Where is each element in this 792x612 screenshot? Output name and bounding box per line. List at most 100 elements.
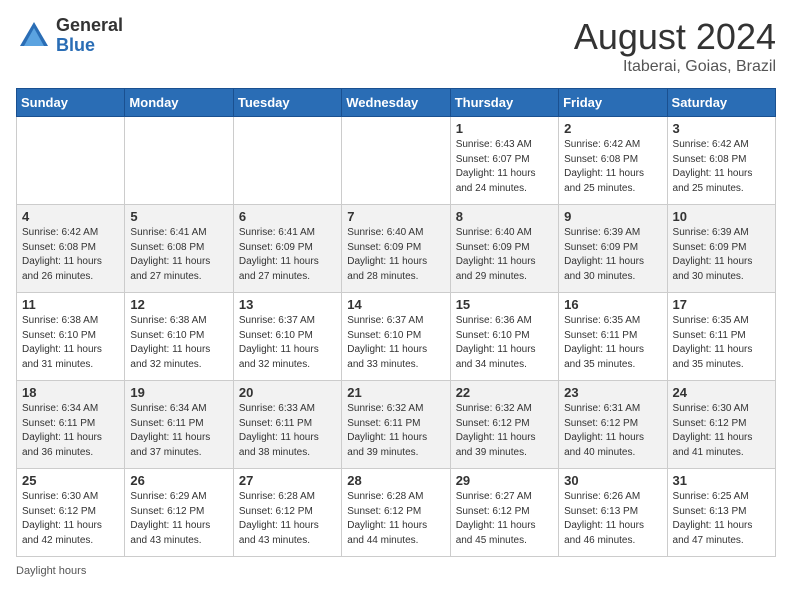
day-info: Sunrise: 6:35 AM Sunset: 6:11 PM Dayligh… (673, 314, 770, 372)
day-number: 26 (130, 473, 227, 488)
day-info: Sunrise: 6:40 AM Sunset: 6:09 PM Dayligh… (347, 226, 444, 284)
day-info: Sunrise: 6:41 AM Sunset: 6:09 PM Dayligh… (239, 226, 336, 284)
day-number: 22 (456, 385, 553, 400)
calendar-cell: 14Sunrise: 6:37 AM Sunset: 6:10 PM Dayli… (342, 293, 450, 381)
day-number: 14 (347, 297, 444, 312)
calendar-cell: 4Sunrise: 6:42 AM Sunset: 6:08 PM Daylig… (17, 205, 125, 293)
day-number: 25 (22, 473, 119, 488)
day-info: Sunrise: 6:38 AM Sunset: 6:10 PM Dayligh… (22, 314, 119, 372)
day-info: Sunrise: 6:28 AM Sunset: 6:12 PM Dayligh… (239, 490, 336, 548)
calendar-cell: 5Sunrise: 6:41 AM Sunset: 6:08 PM Daylig… (125, 205, 233, 293)
calendar-body: 1 Sunrise: 6:43 AM Sunset: 6:07 PM Daylig… (17, 117, 776, 557)
calendar-cell: 1 Sunrise: 6:43 AM Sunset: 6:07 PM Daylig… (450, 117, 558, 205)
day-number: 9 (564, 209, 661, 224)
day-number: 3 (673, 121, 770, 136)
logo: General Blue (16, 16, 123, 56)
day-info: Sunrise: 6:38 AM Sunset: 6:10 PM Dayligh… (130, 314, 227, 372)
calendar-cell (17, 117, 125, 205)
day-number: 31 (673, 473, 770, 488)
day-number: 23 (564, 385, 661, 400)
day-info: Sunrise: 6:30 AM Sunset: 6:12 PM Dayligh… (22, 490, 119, 548)
day-info: Sunrise: 6:34 AM Sunset: 6:11 PM Dayligh… (130, 402, 227, 460)
calendar-cell: 26 Sunrise: 6:29 AM Sunset: 6:12 PM Dayli… (125, 469, 233, 557)
day-number: 16 (564, 297, 661, 312)
week-row-3: 11 Sunrise: 6:38 AM Sunset: 6:10 PM Dayli… (17, 293, 776, 381)
day-number: 19 (130, 385, 227, 400)
calendar-cell: 15Sunrise: 6:36 AM Sunset: 6:10 PM Dayli… (450, 293, 558, 381)
calendar-cell (233, 117, 341, 205)
calendar-cell: 13 Sunrise: 6:37 AM Sunset: 6:10 PM Dayli… (233, 293, 341, 381)
header-row: SundayMondayTuesdayWednesdayThursdayFrid… (17, 89, 776, 117)
calendar-cell: 12 Sunrise: 6:38 AM Sunset: 6:10 PM Dayli… (125, 293, 233, 381)
day-info: Sunrise: 6:25 AM Sunset: 6:13 PM Dayligh… (673, 490, 770, 548)
day-info: Sunrise: 6:43 AM Sunset: 6:07 PM Dayligh… (456, 138, 553, 196)
day-info: Sunrise: 6:32 AM Sunset: 6:11 PM Dayligh… (347, 402, 444, 460)
calendar-cell: 22Sunrise: 6:32 AM Sunset: 6:12 PM Dayli… (450, 381, 558, 469)
day-info: Sunrise: 6:40 AM Sunset: 6:09 PM Dayligh… (456, 226, 553, 284)
day-number: 4 (22, 209, 119, 224)
week-row-2: 4Sunrise: 6:42 AM Sunset: 6:08 PM Daylig… (17, 205, 776, 293)
calendar-cell: 18Sunrise: 6:34 AM Sunset: 6:11 PM Dayli… (17, 381, 125, 469)
calendar-cell: 11 Sunrise: 6:38 AM Sunset: 6:10 PM Dayli… (17, 293, 125, 381)
calendar-table: SundayMondayTuesdayWednesdayThursdayFrid… (16, 88, 776, 557)
logo-general-text: General (56, 16, 123, 36)
day-number: 27 (239, 473, 336, 488)
calendar-cell: 28 Sunrise: 6:28 AM Sunset: 6:12 PM Dayli… (342, 469, 450, 557)
calendar-cell: 27 Sunrise: 6:28 AM Sunset: 6:12 PM Dayli… (233, 469, 341, 557)
day-number: 8 (456, 209, 553, 224)
day-number: 17 (673, 297, 770, 312)
footer: Daylight hours (16, 565, 776, 577)
day-number: 1 (456, 121, 553, 136)
day-number: 15 (456, 297, 553, 312)
calendar-cell: 8 Sunrise: 6:40 AM Sunset: 6:09 PM Daylig… (450, 205, 558, 293)
calendar-cell: 31 Sunrise: 6:25 AM Sunset: 6:13 PM Dayli… (667, 469, 775, 557)
day-info: Sunrise: 6:39 AM Sunset: 6:09 PM Dayligh… (564, 226, 661, 284)
header-day-wednesday: Wednesday (342, 89, 450, 117)
header-day-friday: Friday (559, 89, 667, 117)
day-number: 30 (564, 473, 661, 488)
logo-icon (16, 18, 52, 54)
week-row-4: 18 Sunrise: 6:34 AM Sunset: 6:11 PM Dayli… (17, 381, 776, 469)
day-info: Sunrise: 6:29 AM Sunset: 6:12 PM Dayligh… (130, 490, 227, 548)
day-info: Sunrise: 6:42 AM Sunset: 6:08 PM Dayligh… (673, 138, 770, 196)
day-info: Sunrise: 6:31 AM Sunset: 6:12 PM Dayligh… (564, 402, 661, 460)
calendar-cell: 30 Sunrise: 6:26 AM Sunset: 6:13 PM Dayli… (559, 469, 667, 557)
day-info: Sunrise: 6:33 AM Sunset: 6:11 PM Dayligh… (239, 402, 336, 460)
day-number: 13 (239, 297, 336, 312)
week-row-5: 25 Sunrise: 6:30 AM Sunset: 6:12 PM Dayli… (17, 469, 776, 557)
day-info: Sunrise: 6:26 AM Sunset: 6:13 PM Dayligh… (564, 490, 661, 548)
calendar-cell: 23 Sunrise: 6:31 AM Sunset: 6:12 PM Dayli… (559, 381, 667, 469)
day-info: Sunrise: 6:35 AM Sunset: 6:11 PM Dayligh… (564, 314, 661, 372)
day-number: 20 (239, 385, 336, 400)
day-number: 2 (564, 121, 661, 136)
day-number: 28 (347, 473, 444, 488)
header-day-thursday: Thursday (450, 89, 558, 117)
day-number: 12 (130, 297, 227, 312)
day-info: Sunrise: 6:42 AM Sunset: 6:08 PM Dayligh… (564, 138, 661, 196)
day-info: Sunrise: 6:28 AM Sunset: 6:12 PM Dayligh… (347, 490, 444, 548)
title-block: August 2024 Itaberai, Goias, Brazil (574, 16, 776, 76)
calendar-cell: 16 Sunrise: 6:35 AM Sunset: 6:11 PM Dayli… (559, 293, 667, 381)
day-info: Sunrise: 6:30 AM Sunset: 6:12 PM Dayligh… (673, 402, 770, 460)
calendar-cell: 7 Sunrise: 6:40 AM Sunset: 6:09 PM Daylig… (342, 205, 450, 293)
month-year-title: August 2024 (574, 16, 776, 58)
location-subtitle: Itaberai, Goias, Brazil (574, 58, 776, 76)
day-number: 7 (347, 209, 444, 224)
calendar-cell: 24Sunrise: 6:30 AM Sunset: 6:12 PM Dayli… (667, 381, 775, 469)
day-number: 6 (239, 209, 336, 224)
daylight-label: Daylight hours (16, 565, 86, 577)
calendar-cell: 17 Sunrise: 6:35 AM Sunset: 6:11 PM Dayli… (667, 293, 775, 381)
calendar-cell: 19 Sunrise: 6:34 AM Sunset: 6:11 PM Dayli… (125, 381, 233, 469)
day-info: Sunrise: 6:41 AM Sunset: 6:08 PM Dayligh… (130, 226, 227, 284)
day-number: 18 (22, 385, 119, 400)
logo-text: General Blue (56, 16, 123, 56)
calendar-cell: 3 Sunrise: 6:42 AM Sunset: 6:08 PM Daylig… (667, 117, 775, 205)
calendar-cell: 6 Sunrise: 6:41 AM Sunset: 6:09 PM Daylig… (233, 205, 341, 293)
day-info: Sunrise: 6:37 AM Sunset: 6:10 PM Dayligh… (239, 314, 336, 372)
day-number: 21 (347, 385, 444, 400)
header-day-monday: Monday (125, 89, 233, 117)
calendar-cell: 25 Sunrise: 6:30 AM Sunset: 6:12 PM Dayli… (17, 469, 125, 557)
day-number: 11 (22, 297, 119, 312)
day-number: 10 (673, 209, 770, 224)
calendar-cell: 9 Sunrise: 6:39 AM Sunset: 6:09 PM Daylig… (559, 205, 667, 293)
